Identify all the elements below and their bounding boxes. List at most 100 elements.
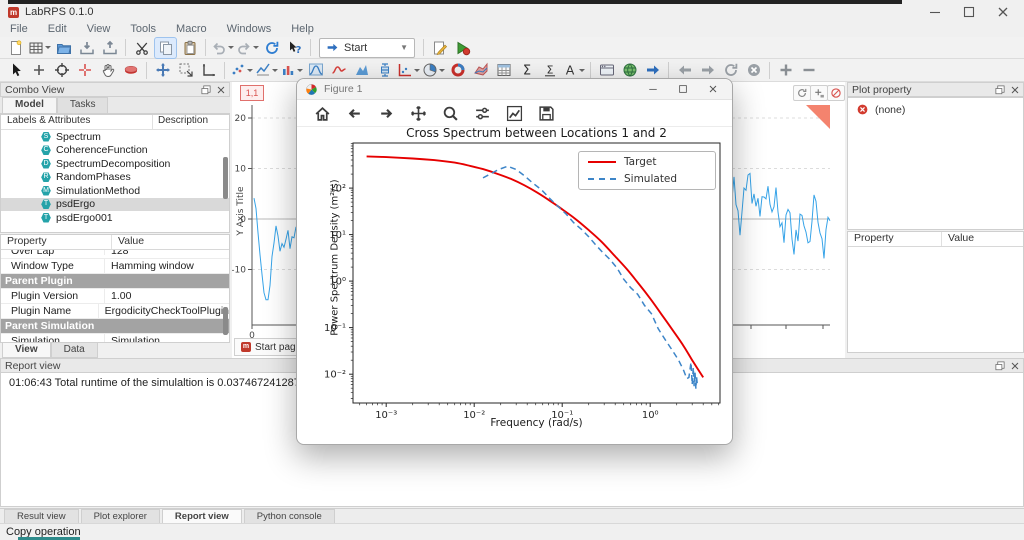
copy-button[interactable] <box>154 37 177 59</box>
pie-chart-button[interactable] <box>422 60 445 80</box>
dropdown-caret-icon[interactable] <box>414 69 420 72</box>
area-plot-button[interactable] <box>351 60 372 80</box>
zoom-out-button[interactable] <box>798 60 819 80</box>
rescale-axes-button[interactable] <box>198 60 219 80</box>
curve-plot-button[interactable] <box>328 60 349 80</box>
property-row-over-lap[interactable]: Over Lap128 <box>1 250 229 259</box>
zoom-to-rect-button[interactable] <box>440 103 461 123</box>
line-plot-button[interactable] <box>255 60 278 80</box>
sum-tool-button[interactable]: Σ <box>516 60 537 80</box>
refresh-button[interactable] <box>261 38 282 58</box>
select-mode-button[interactable] <box>5 60 26 80</box>
table-view-button[interactable] <box>493 60 514 80</box>
save-figure-button[interactable] <box>536 103 557 123</box>
undo-button[interactable] <box>211 38 234 58</box>
tree-item-randomphases[interactable]: RRandomPhases <box>1 171 229 185</box>
snap-target-button[interactable] <box>51 60 72 80</box>
execute-macro-button[interactable] <box>452 38 473 58</box>
export-file-button[interactable] <box>99 38 120 58</box>
tab-model[interactable]: Model <box>2 97 57 113</box>
plot-refresh-button[interactable] <box>793 85 811 101</box>
dropdown-caret-icon[interactable] <box>297 69 303 72</box>
panel-tab-python-console[interactable]: Python console <box>244 509 335 523</box>
tree-item-spectrum[interactable]: SSpectrum <box>1 130 229 144</box>
axes-plot-button[interactable] <box>397 60 420 80</box>
disc-3d-button[interactable] <box>120 60 141 80</box>
bar-chart-button[interactable] <box>280 60 303 80</box>
tree-item-coherencefunction[interactable]: CCoherenceFunction <box>1 144 229 158</box>
menu-windows[interactable]: Windows <box>217 22 282 36</box>
dropdown-caret-icon[interactable] <box>253 46 259 49</box>
tree-item-spectrumdecomposition[interactable]: DSpectrumDecomposition <box>1 157 229 171</box>
configure-subplots-button[interactable] <box>472 103 493 123</box>
new-document-button[interactable] <box>5 38 26 58</box>
pan-button[interactable] <box>408 103 429 123</box>
spectrum-plot-button[interactable] <box>305 60 326 80</box>
property-row-plugin-name[interactable]: Plugin NameErgodicityCheckToolPlugin <box>1 304 229 319</box>
property-row-simulation[interactable]: SimulationSimulation <box>1 334 229 343</box>
property-row-plugin-version[interactable]: Plugin Version1.00 <box>1 289 229 304</box>
pan-hand-button[interactable] <box>97 60 118 80</box>
box-plot-button[interactable] <box>374 60 395 80</box>
property-row-window-type[interactable]: Window TypeHamming window <box>1 259 229 274</box>
whats-this-button[interactable]: ? <box>284 38 305 58</box>
dropdown-caret-icon[interactable] <box>45 46 51 49</box>
tab-view[interactable]: View <box>2 343 51 358</box>
tab-tasks[interactable]: Tasks <box>57 97 109 113</box>
dropdown-caret-icon[interactable] <box>579 69 585 72</box>
property-scrollbar[interactable] <box>223 307 228 335</box>
zoom-in-button[interactable] <box>775 60 796 80</box>
property-value[interactable]: Hamming window <box>105 260 194 272</box>
move-view-button[interactable] <box>152 60 173 80</box>
surface-plot-button[interactable] <box>470 60 491 80</box>
open-macro-editor-button[interactable] <box>429 38 450 58</box>
tree-scrollbar[interactable] <box>223 157 228 199</box>
dropdown-caret-icon[interactable] <box>247 69 253 72</box>
panel-tab-report-view[interactable]: Report view <box>162 509 242 523</box>
go-button[interactable] <box>642 60 663 80</box>
plot-add-button[interactable] <box>810 85 828 101</box>
tree-item-psdergo001[interactable]: TpsdErgo001 <box>1 211 229 225</box>
figure-canvas[interactable]: 10⁻³10⁻²10⁻¹10⁰10²10¹10⁰10⁻¹10⁻² Cross S… <box>297 127 732 444</box>
back-button[interactable] <box>344 103 365 123</box>
menu-edit[interactable]: Edit <box>38 22 77 36</box>
property-value[interactable]: 1.00 <box>105 290 131 302</box>
property-value[interactable]: 128 <box>105 250 129 257</box>
minimize-button[interactable] <box>918 4 952 20</box>
dropdown-caret-icon[interactable] <box>439 69 445 72</box>
nav-forward-button[interactable] <box>697 60 718 80</box>
figure-titlebar[interactable]: Figure 1 <box>297 79 732 100</box>
forward-button[interactable] <box>376 103 397 123</box>
home-button[interactable] <box>312 103 333 123</box>
figure-close-button[interactable] <box>698 81 728 97</box>
redo-button[interactable] <box>236 38 259 58</box>
paste-button[interactable] <box>179 38 200 58</box>
plot-block-button[interactable] <box>827 85 845 101</box>
tree-item-psdergo[interactable]: TpsdErgo <box>1 198 229 212</box>
scatter-plot-button[interactable] <box>230 60 253 80</box>
crosshair-button[interactable] <box>74 60 95 80</box>
open-website-button[interactable] <box>619 60 640 80</box>
text-annotation-button[interactable]: A <box>562 60 585 80</box>
menu-file[interactable]: File <box>0 22 38 36</box>
menu-view[interactable]: View <box>77 22 121 36</box>
dropdown-caret-icon[interactable] <box>228 46 234 49</box>
tree-item-simulationmethod[interactable]: MSimulationMethod <box>1 184 229 198</box>
start-simulation-combobox[interactable]: Start▼ <box>319 38 415 58</box>
zoom-region-button[interactable] <box>175 60 196 80</box>
figure-maximize-button[interactable] <box>668 81 698 97</box>
menu-help[interactable]: Help <box>281 22 324 36</box>
dropdown-caret-icon[interactable] <box>272 69 278 72</box>
nav-back-button[interactable] <box>674 60 695 80</box>
web-browser-button[interactable] <box>596 60 617 80</box>
figure-minimize-button[interactable] <box>638 81 668 97</box>
open-file-button[interactable] <box>53 38 74 58</box>
property-value[interactable]: ErgodicityCheckToolPlugin <box>99 305 229 317</box>
workbench-selector-button[interactable] <box>28 38 51 58</box>
save-file-button[interactable] <box>76 38 97 58</box>
close-button[interactable] <box>986 4 1020 20</box>
menu-macro[interactable]: Macro <box>166 22 217 36</box>
maximize-button[interactable] <box>952 4 986 20</box>
integral-tool-button[interactable]: Σ <box>539 60 560 80</box>
edit-parameters-button[interactable] <box>504 103 525 123</box>
